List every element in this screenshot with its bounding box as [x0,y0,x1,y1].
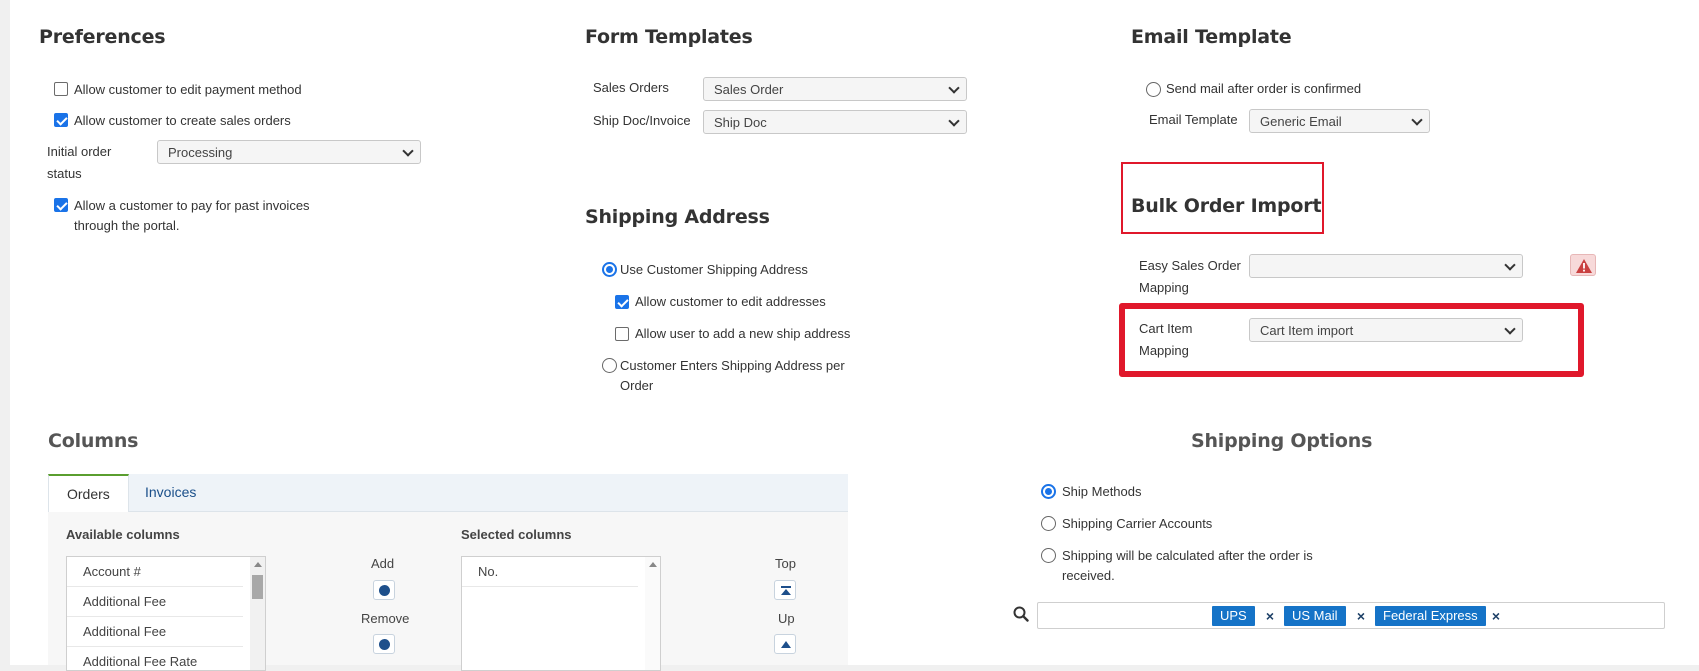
email-template-value: Generic Email [1260,114,1342,129]
warning-button[interactable] [1570,254,1596,276]
available-columns-label: Available columns [66,527,180,542]
ship-methods-tag-input[interactable]: UPS × US Mail × Federal Express × [1037,602,1665,629]
email-template-label: Email Template [1149,112,1238,127]
allow-new-address-label: Allow user to add a new ship address [635,326,851,341]
scrollbar[interactable] [250,557,265,670]
cart-mapping-value: Cart Item import [1260,323,1354,338]
per-order-address-radio[interactable] [602,358,617,373]
form-templates-title: Form Templates [585,26,753,48]
columns-title: Columns [48,430,139,452]
initial-status-select[interactable]: Processing [157,140,421,164]
calculated-later-radio[interactable] [1041,548,1056,563]
ship-doc-value: Ship Doc [714,115,767,130]
allow-new-address-checkbox[interactable] [615,327,629,341]
remove-tag-icon[interactable]: × [1260,606,1280,626]
tag-federal-express[interactable]: Federal Express [1375,606,1486,626]
settings-page: Preferences Allow customer to edit payme… [10,0,1699,671]
send-mail-radio[interactable] [1146,82,1161,97]
allow-pay-past-label: Allow a customer to pay for past invoice… [74,198,310,213]
ship-methods-label: Ship Methods [1062,484,1142,499]
preferences-title: Preferences [39,26,166,48]
allow-pay-past-checkbox[interactable] [54,198,68,212]
easy-mapping-label: Easy Sales Order [1139,258,1241,273]
list-item[interactable]: Additional Fee [67,617,243,647]
chevron-down-icon [1411,114,1423,126]
initial-status-label: Initial order [47,144,112,159]
arrow-right-icon [379,585,390,596]
initial-status-label-2: status [47,166,82,181]
email-template-title: Email Template [1131,26,1292,48]
cart-mapping-label: Cart Item [1139,321,1193,336]
up-label: Up [778,611,795,626]
tag-us-mail[interactable]: US Mail [1284,606,1346,626]
chevron-down-icon [402,145,414,157]
selected-columns-list[interactable]: No. [461,556,661,671]
per-order-address-label: Customer Enters Shipping Address per [620,358,845,373]
allow-edit-addresses-label: Allow customer to edit addresses [635,294,826,309]
top-label: Top [775,556,796,571]
allow-create-orders-checkbox[interactable] [54,113,68,127]
use-customer-address-radio[interactable] [602,262,617,277]
chevron-down-icon [948,115,960,127]
move-up-icon [781,641,791,648]
add-label: Add [371,556,395,571]
move-top-icon [781,586,791,595]
allow-edit-addresses-checkbox[interactable] [615,295,629,309]
chevron-down-icon [948,82,960,94]
tab-orders[interactable]: Orders [48,474,129,513]
initial-status-value: Processing [168,145,233,160]
cart-mapping-label-2: Mapping [1139,343,1189,358]
allow-create-orders-label: Allow customer to create sales orders [74,113,291,128]
move-top-button[interactable] [774,580,796,600]
chevron-down-icon [1504,259,1516,271]
available-columns-list[interactable]: Account # Additional Fee Additional Fee … [66,556,266,671]
scroll-up-arrow-icon[interactable] [254,562,262,567]
shipping-options-title: Shipping Options [1191,430,1373,452]
list-item[interactable]: Account # [67,557,243,587]
remove-tag-icon[interactable]: × [1351,606,1371,626]
carrier-accounts-radio[interactable] [1041,516,1056,531]
list-item[interactable]: Additional Fee [67,587,243,617]
use-customer-address-label: Use Customer Shipping Address [620,262,808,277]
sales-orders-label: Sales Orders [593,80,669,95]
chevron-down-icon [1504,323,1516,335]
columns-tab-body: Available columns Selected columns Accou… [48,512,848,671]
ship-doc-select[interactable]: Ship Doc [703,110,967,134]
calculated-later-label-2: received. [1062,568,1115,583]
list-item[interactable]: No. [462,557,638,587]
warning-icon [1576,259,1592,273]
remove-label: Remove [361,611,410,626]
send-mail-label: Send mail after order is confirmed [1166,81,1362,96]
allow-pay-past-label-2: through the portal. [74,218,180,233]
allow-edit-payment-label: Allow customer to edit payment method [74,82,302,97]
remove-tag-icon[interactable]: × [1486,606,1506,626]
per-order-address-label-2: Order [620,378,654,393]
easy-mapping-select[interactable] [1249,254,1523,278]
shipping-address-title: Shipping Address [585,206,770,228]
sales-orders-value: Sales Order [714,82,784,97]
selected-columns-label: Selected columns [461,527,572,542]
arrow-left-icon [379,639,390,650]
move-up-button[interactable] [774,634,796,654]
allow-edit-payment-checkbox[interactable] [54,82,68,96]
email-template-select[interactable]: Generic Email [1249,109,1430,133]
ship-doc-label: Ship Doc/Invoice [593,113,691,128]
scrollbar[interactable] [645,557,660,670]
tab-invoices[interactable]: Invoices [127,474,214,512]
list-item[interactable]: Additional Fee Rate [67,647,243,670]
tag-ups[interactable]: UPS [1212,606,1255,626]
add-column-button[interactable] [373,580,395,600]
scrollbar-thumb[interactable] [252,575,263,599]
cart-mapping-select[interactable]: Cart Item import [1249,318,1523,342]
carrier-accounts-label: Shipping Carrier Accounts [1062,516,1213,531]
ship-methods-radio[interactable] [1041,484,1056,499]
scroll-up-arrow-icon[interactable] [649,562,657,567]
calculated-later-label: Shipping will be calculated after the or… [1062,548,1313,563]
columns-tabs: Orders Invoices [48,474,848,513]
remove-column-button[interactable] [373,634,395,654]
easy-mapping-label-2: Mapping [1139,280,1189,295]
bulk-import-title: Bulk Order Import [1131,195,1322,217]
search-icon [1013,606,1029,622]
sales-orders-select[interactable]: Sales Order [703,77,967,101]
